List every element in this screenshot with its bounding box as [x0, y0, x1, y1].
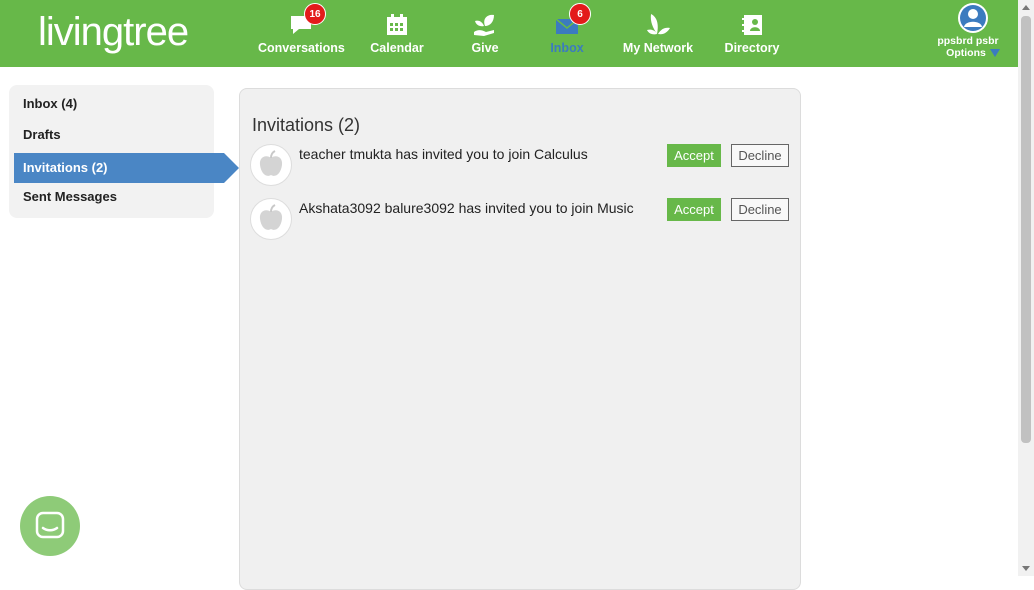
- sidebar-item-invitations[interactable]: Invitations (2): [14, 153, 239, 183]
- user-name: ppsbrd psbr: [937, 35, 999, 47]
- decline-button[interactable]: Decline: [731, 144, 789, 167]
- scrollbar-thumb[interactable]: [1021, 16, 1031, 443]
- nav-directory[interactable]: Directory: [722, 0, 782, 67]
- dropdown-triangle-icon: [989, 49, 1000, 58]
- message-folders-sidebar: Inbox (4) Drafts Invitations (2) Sent Me…: [9, 85, 239, 218]
- user-menu[interactable]: ppsbrd psbr Options: [937, 0, 1008, 67]
- chat-launcher-button[interactable]: [20, 496, 80, 556]
- invitation-row: teacher tmukta has invited you to join C…: [250, 144, 790, 190]
- sidebar-item-drafts[interactable]: Drafts: [9, 120, 214, 150]
- accept-button[interactable]: Accept: [667, 144, 721, 167]
- network-leaves-icon: [647, 14, 670, 35]
- invitations-panel: Invitations (2) teacher tmukta has invit…: [239, 88, 801, 590]
- directory-contact-icon: [742, 15, 762, 35]
- give-hand-leaf-icon: [474, 14, 494, 36]
- nav-label: Directory: [724, 41, 780, 55]
- decline-button[interactable]: Decline: [731, 198, 789, 221]
- livingtree-logo[interactable]: livingtree: [38, 8, 189, 56]
- nav-inbox[interactable]: 6 Inbox: [540, 0, 594, 67]
- sidebar-item-sent-messages[interactable]: Sent Messages: [9, 182, 214, 212]
- page-title: Invitations (2): [252, 115, 361, 135]
- nav-label: Calendar: [370, 41, 424, 55]
- nav-label: Inbox: [550, 41, 584, 55]
- nav-label: Conversations: [258, 41, 345, 55]
- nav-give[interactable]: Give: [458, 0, 512, 67]
- invitation-text: teacher tmukta has invited you to join C…: [299, 146, 588, 162]
- user-avatar-icon[interactable]: [958, 3, 988, 33]
- invitation-text: Akshata3092 balure3092 has invited you t…: [299, 200, 634, 216]
- options-label: Options: [946, 47, 986, 59]
- sidebar-item-inbox[interactable]: Inbox (4): [9, 89, 214, 119]
- conversations-badge: 16: [304, 3, 326, 25]
- inbox-badge: 6: [569, 3, 591, 25]
- nav-label: Give: [471, 41, 499, 55]
- nav-calendar[interactable]: Calendar: [364, 0, 430, 67]
- apple-icon: [250, 198, 292, 240]
- logo-text: livingtree: [38, 10, 189, 54]
- scroll-down-arrow-icon[interactable]: [1022, 566, 1030, 571]
- invitation-row: Akshata3092 balure3092 has invited you t…: [250, 198, 790, 244]
- calendar-icon: [387, 14, 407, 35]
- nav-my-network[interactable]: My Network: [622, 0, 694, 67]
- scroll-up-arrow-icon[interactable]: [1022, 5, 1030, 10]
- vertical-scrollbar[interactable]: [1018, 0, 1034, 576]
- nav-label: My Network: [622, 41, 694, 55]
- nav-conversations[interactable]: 16 Conversations: [258, 0, 345, 67]
- top-navigation-bar: livingtree 16 Conversations Calendar Giv…: [0, 0, 1018, 67]
- apple-icon: [250, 144, 292, 186]
- chat-launcher-icon: [35, 511, 65, 539]
- accept-button[interactable]: Accept: [667, 198, 721, 221]
- options-dropdown[interactable]: Options: [938, 47, 1008, 59]
